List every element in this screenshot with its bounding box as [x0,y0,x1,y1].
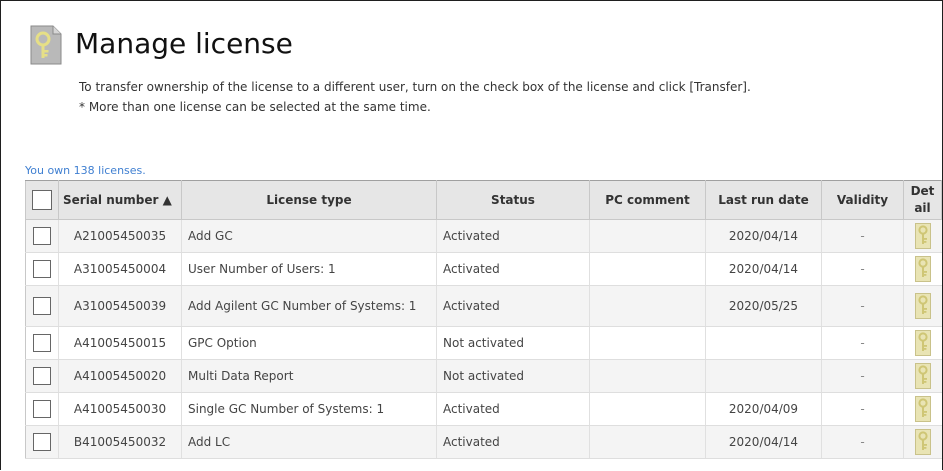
detail-header-line2: ail [914,201,931,215]
table-body: A21005450035 Add GC Activated 2020/04/14- A3… [25,219,942,459]
key-icon [914,293,931,319]
pc-comment-cell [589,326,706,360]
license-table: Serial number ▲ License type Status PC c… [25,180,942,459]
last-run-date-cell [705,359,822,393]
row-checkbox[interactable] [33,367,51,385]
serial-number-cell: A21005450035 [58,219,182,253]
detail-button[interactable] [903,285,942,327]
detail-button[interactable] [903,219,942,253]
column-header-validity[interactable]: Validity [821,180,904,220]
description-note: * More than one license can be selected … [79,100,431,114]
row-select-cell [25,219,59,253]
last-run-date-cell: 2020/04/14 [705,219,822,253]
serial-number-cell: A31005450004 [58,252,182,286]
row-select-cell [25,392,59,426]
key-icon [914,363,931,389]
row-select-cell [25,285,59,327]
row-select-cell [25,425,59,459]
license-type-cell: User Number of Users: 1 [181,252,437,286]
page-title: Manage license [75,27,293,60]
last-run-date-cell [705,326,822,360]
table-row[interactable]: A21005450035 Add GC Activated 2020/04/14- [25,219,942,253]
column-header-detail: Det ail [903,180,942,220]
row-checkbox[interactable] [33,433,51,451]
key-icon [30,25,62,65]
pc-comment-cell [589,425,706,459]
status-cell: Activated [436,425,590,459]
row-checkbox[interactable] [33,260,51,278]
detail-button[interactable] [903,359,942,393]
row-checkbox[interactable] [33,334,51,352]
validity-cell: - [821,285,904,327]
serial-number-cell: B41005450032 [58,425,182,459]
validity-cell: - [821,392,904,426]
license-count-text: You own 138 licenses. [25,164,146,177]
detail-button[interactable] [903,252,942,286]
last-run-date-cell: 2020/04/14 [705,252,822,286]
validity-cell: - [821,252,904,286]
row-checkbox[interactable] [33,297,51,315]
validity-cell: - [821,425,904,459]
row-select-cell [25,252,59,286]
row-checkbox[interactable] [33,227,51,245]
detail-button[interactable] [903,425,942,459]
serial-number-cell: A41005450020 [58,359,182,393]
last-run-date-cell: 2020/05/25 [705,285,822,327]
column-header-serial[interactable]: Serial number ▲ [58,180,182,220]
license-type-cell: GPC Option [181,326,437,360]
last-run-date-cell: 2020/04/14 [705,425,822,459]
table-header-row: Serial number ▲ License type Status PC c… [25,180,942,220]
validity-cell: - [821,219,904,253]
license-type-cell: Add Agilent GC Number of Systems: 1 [181,285,437,327]
status-cell: Activated [436,252,590,286]
table-row[interactable]: A31005450004 User Number of Users: 1 Activ… [25,252,942,286]
pc-comment-cell [589,285,706,327]
key-icon [914,396,931,422]
detail-button[interactable] [903,392,942,426]
select-all-cell [25,180,59,220]
column-header-last-run-date[interactable]: Last run date [705,180,822,220]
key-icon [914,429,931,455]
pc-comment-cell [589,219,706,253]
validity-cell: - [821,359,904,393]
table-row[interactable]: B41005450032 Add LC Activated 2020/04/14- [25,425,942,459]
license-type-cell: Single GC Number of Systems: 1 [181,392,437,426]
table-row[interactable]: A31005450039 Add Agilent GC Number of Sys… [25,285,942,327]
table-row[interactable]: A41005450015 GPC Option Not activated - [25,326,942,360]
description-text: To transfer ownership of the license to … [79,80,751,94]
key-icon [914,256,931,282]
table-row[interactable]: A41005450030 Single GC Number of Systems:… [25,392,942,426]
serial-number-cell: A41005450030 [58,392,182,426]
detail-header-line1: Det [910,184,935,198]
status-cell: Activated [436,285,590,327]
serial-number-cell: A31005450039 [58,285,182,327]
column-header-status[interactable]: Status [436,180,590,220]
pc-comment-cell [589,359,706,393]
select-all-checkbox[interactable] [32,190,52,210]
row-select-cell [25,359,59,393]
license-type-cell: Add LC [181,425,437,459]
license-type-cell: Add GC [181,219,437,253]
key-icon [914,223,931,249]
row-checkbox[interactable] [33,400,51,418]
last-run-date-cell: 2020/04/09 [705,392,822,426]
column-header-license-type[interactable]: License type [181,180,437,220]
status-cell: Activated [436,392,590,426]
row-select-cell [25,326,59,360]
status-cell: Not activated [436,359,590,393]
table-row[interactable]: A41005450020 Multi Data Report Not activat… [25,359,942,393]
column-header-pc-comment[interactable]: PC comment [589,180,706,220]
serial-number-cell: A41005450015 [58,326,182,360]
status-cell: Activated [436,219,590,253]
key-icon [914,330,931,356]
pc-comment-cell [589,252,706,286]
validity-cell: - [821,326,904,360]
status-cell: Not activated [436,326,590,360]
detail-button[interactable] [903,326,942,360]
license-type-cell: Multi Data Report [181,359,437,393]
pc-comment-cell [589,392,706,426]
